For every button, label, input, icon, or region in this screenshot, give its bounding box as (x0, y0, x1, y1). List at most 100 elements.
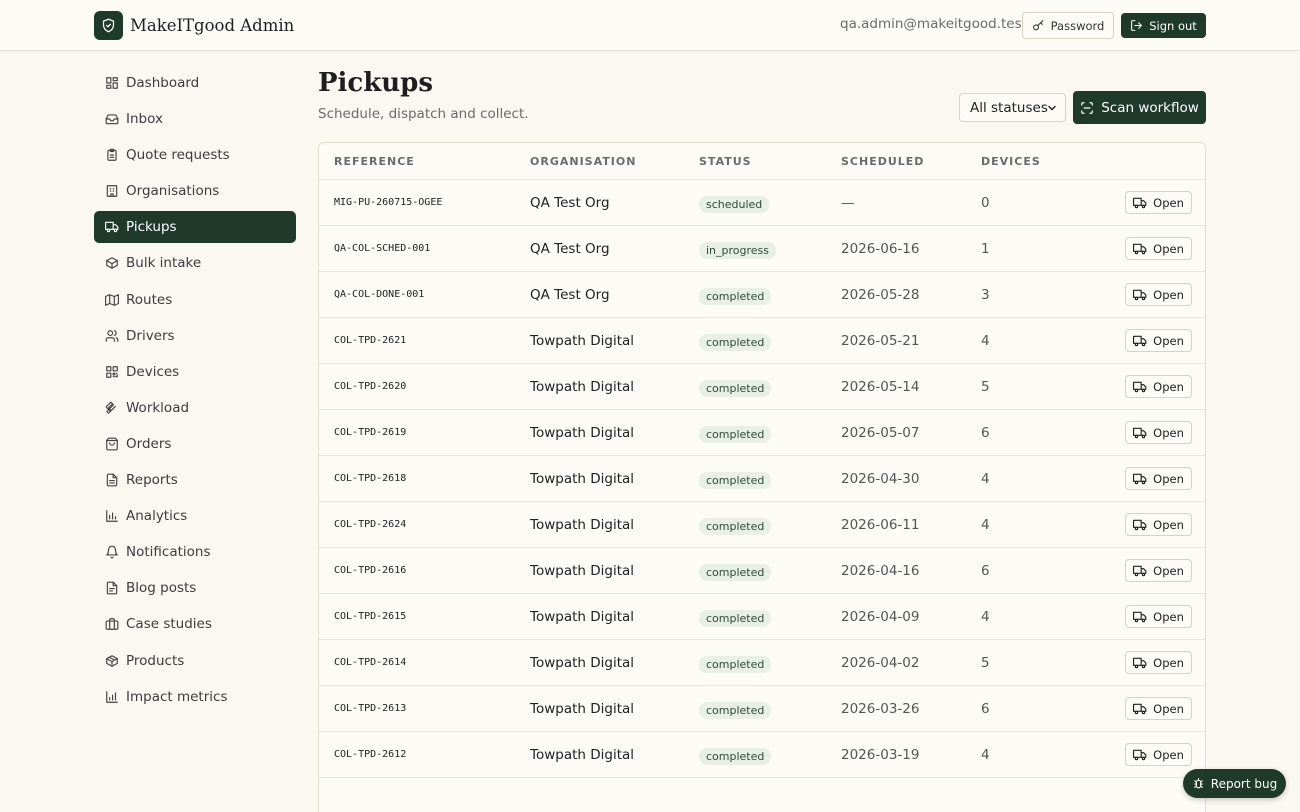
status-badge: completed (699, 333, 772, 351)
sidebar-item-label: Blog posts (126, 580, 197, 597)
table-row[interactable]: MIG-PU-260715-OGEE QA Test Org scheduled — 0… (319, 180, 1205, 226)
cell-status: completed (699, 515, 772, 535)
report-bug-button[interactable]: Report bug (1183, 769, 1286, 798)
cell-reference: QA-COL-SCHED-001 (334, 243, 431, 254)
sidebar-item-reports[interactable]: Reports (94, 464, 296, 496)
cell-devices: 4 (981, 332, 990, 349)
open-button[interactable]: Open (1125, 237, 1192, 260)
open-button[interactable]: Open (1125, 697, 1192, 720)
status-badge: completed (699, 287, 772, 305)
sidebar-item-label: Products (126, 652, 185, 669)
truck-icon (105, 220, 119, 234)
table-row[interactable]: QA-COL-SCHED-001 QA Test Org in_progress 20… (319, 226, 1205, 272)
cell-reference: COL-TPD-2618 (334, 473, 407, 484)
scan-workflow-button[interactable]: Scan workflow (1073, 91, 1206, 124)
sign-out-button[interactable]: Sign out (1121, 13, 1206, 38)
truck-icon (1133, 656, 1147, 670)
open-button[interactable]: Open (1125, 513, 1192, 536)
sidebar-item-organisations[interactable]: Organisations (94, 175, 296, 207)
map-icon (105, 293, 119, 307)
briefcase-icon (105, 617, 119, 631)
sidebar-item-inbox[interactable]: Inbox (94, 103, 296, 135)
table-row[interactable]: COL-TPD-2621 Towpath Digital completed 2026… (319, 318, 1205, 364)
cell-scheduled: 2026-03-19 (841, 746, 920, 763)
sidebar-item-pickups[interactable]: Pickups (94, 211, 296, 244)
truck-icon (1133, 702, 1147, 716)
sidebar-item-dashboard[interactable]: Dashboard (94, 67, 296, 99)
clipboard-icon (105, 148, 119, 162)
open-button[interactable]: Open (1125, 375, 1192, 398)
open-button[interactable]: Open (1125, 467, 1192, 490)
sidebar-item-devices[interactable]: Devices (94, 356, 296, 388)
open-button[interactable]: Open (1125, 421, 1192, 444)
cell-organisation: Towpath Digital (530, 470, 635, 487)
wrench-icon (105, 401, 119, 415)
table-row[interactable]: COL-TPD-2618 Towpath Digital completed 2026… (319, 456, 1205, 502)
brand[interactable]: MakeITgood Admin (94, 11, 294, 40)
table-row[interactable]: COL-TPD-2616 Towpath Digital completed 2026… (319, 548, 1205, 594)
table-row[interactable]: COL-TPD-2613 Towpath Digital completed 2026… (319, 686, 1205, 732)
bell-icon (105, 545, 119, 559)
cell-devices: 6 (981, 562, 990, 579)
sidebar-item-routes[interactable]: Routes (94, 284, 296, 316)
sidebar-item-blog-posts[interactable]: Blog posts (94, 572, 296, 604)
file-icon (105, 473, 119, 487)
cell-status: completed (699, 469, 772, 489)
open-button[interactable]: Open (1125, 605, 1192, 628)
table-row[interactable]: COL-TPD-2624 Towpath Digital completed 2026… (319, 502, 1205, 548)
sidebar-item-quote-requests[interactable]: Quote requests (94, 139, 296, 171)
pickups-table: REFERENCE ORGANISATION STATUS SCHEDULED … (318, 142, 1206, 812)
table-row[interactable]: COL-TPD-2615 Towpath Digital completed 2026… (319, 594, 1205, 640)
sidebar-item-orders[interactable]: Orders (94, 428, 296, 460)
inbox-icon (105, 112, 119, 126)
cell-devices: 4 (981, 608, 990, 625)
building-icon (105, 184, 119, 198)
password-button[interactable]: Password (1022, 12, 1114, 39)
open-button[interactable]: Open (1125, 283, 1192, 306)
column-header-reference: REFERENCE (334, 154, 415, 168)
sidebar-item-notifications[interactable]: Notifications (94, 536, 296, 568)
cell-devices: 3 (981, 286, 990, 303)
sidebar-item-impact-metrics[interactable]: Impact metrics (94, 681, 296, 713)
table-row[interactable]: COL-TPD-2620 Towpath Digital completed 2026… (319, 364, 1205, 410)
top-bar: MakeITgood Admin qa.admin@makeitgood.tes… (0, 0, 1300, 51)
table-body: MIG-PU-260715-OGEE QA Test Org scheduled — 0… (319, 180, 1205, 778)
sidebar-item-drivers[interactable]: Drivers (94, 320, 296, 352)
table-row[interactable]: COL-TPD-2614 Towpath Digital completed 2026… (319, 640, 1205, 686)
cell-organisation: QA Test Org (530, 194, 610, 211)
cell-reference: COL-TPD-2620 (334, 381, 407, 392)
sidebar-item-bulk-intake[interactable]: Bulk intake (94, 247, 296, 279)
sidebar-item-label: Case studies (126, 616, 212, 633)
status-badge: scheduled (699, 195, 770, 213)
sidebar-item-label: Inbox (126, 111, 163, 128)
table-row[interactable]: COL-TPD-2619 Towpath Digital completed 2026… (319, 410, 1205, 456)
key-icon (1032, 20, 1044, 31)
open-label: Open (1153, 287, 1184, 302)
truck-icon (1133, 242, 1147, 256)
sidebar-item-label: Pickups (126, 219, 177, 236)
cell-status: completed (699, 285, 772, 305)
open-button[interactable]: Open (1125, 559, 1192, 582)
table-row[interactable]: QA-COL-DONE-001 QA Test Org completed 2026-… (319, 272, 1205, 318)
open-label: Open (1153, 563, 1184, 578)
open-button[interactable]: Open (1125, 743, 1192, 766)
sidebar-item-analytics[interactable]: Analytics (94, 500, 296, 532)
cell-devices: 6 (981, 700, 990, 717)
open-label: Open (1153, 471, 1184, 486)
users-icon (105, 329, 119, 343)
open-button[interactable]: Open (1125, 191, 1192, 214)
status-filter-select[interactable]: All statuses (959, 93, 1066, 122)
open-button[interactable]: Open (1125, 651, 1192, 674)
sidebar-item-label: Dashboard (126, 75, 200, 91)
table-header: REFERENCE ORGANISATION STATUS SCHEDULED … (319, 143, 1205, 180)
open-label: Open (1153, 241, 1184, 256)
sidebar-item-products[interactable]: Products (94, 645, 296, 677)
sidebar-item-workload[interactable]: Workload (94, 392, 296, 424)
table-row[interactable]: COL-TPD-2612 Towpath Digital completed 2026… (319, 732, 1205, 778)
open-button[interactable]: Open (1125, 329, 1192, 352)
cell-status: completed (699, 423, 772, 443)
cell-organisation: Towpath Digital (530, 608, 635, 625)
sidebar-item-case-studies[interactable]: Case studies (94, 608, 296, 640)
status-badge: completed (699, 655, 772, 673)
cell-organisation: Towpath Digital (530, 378, 635, 395)
